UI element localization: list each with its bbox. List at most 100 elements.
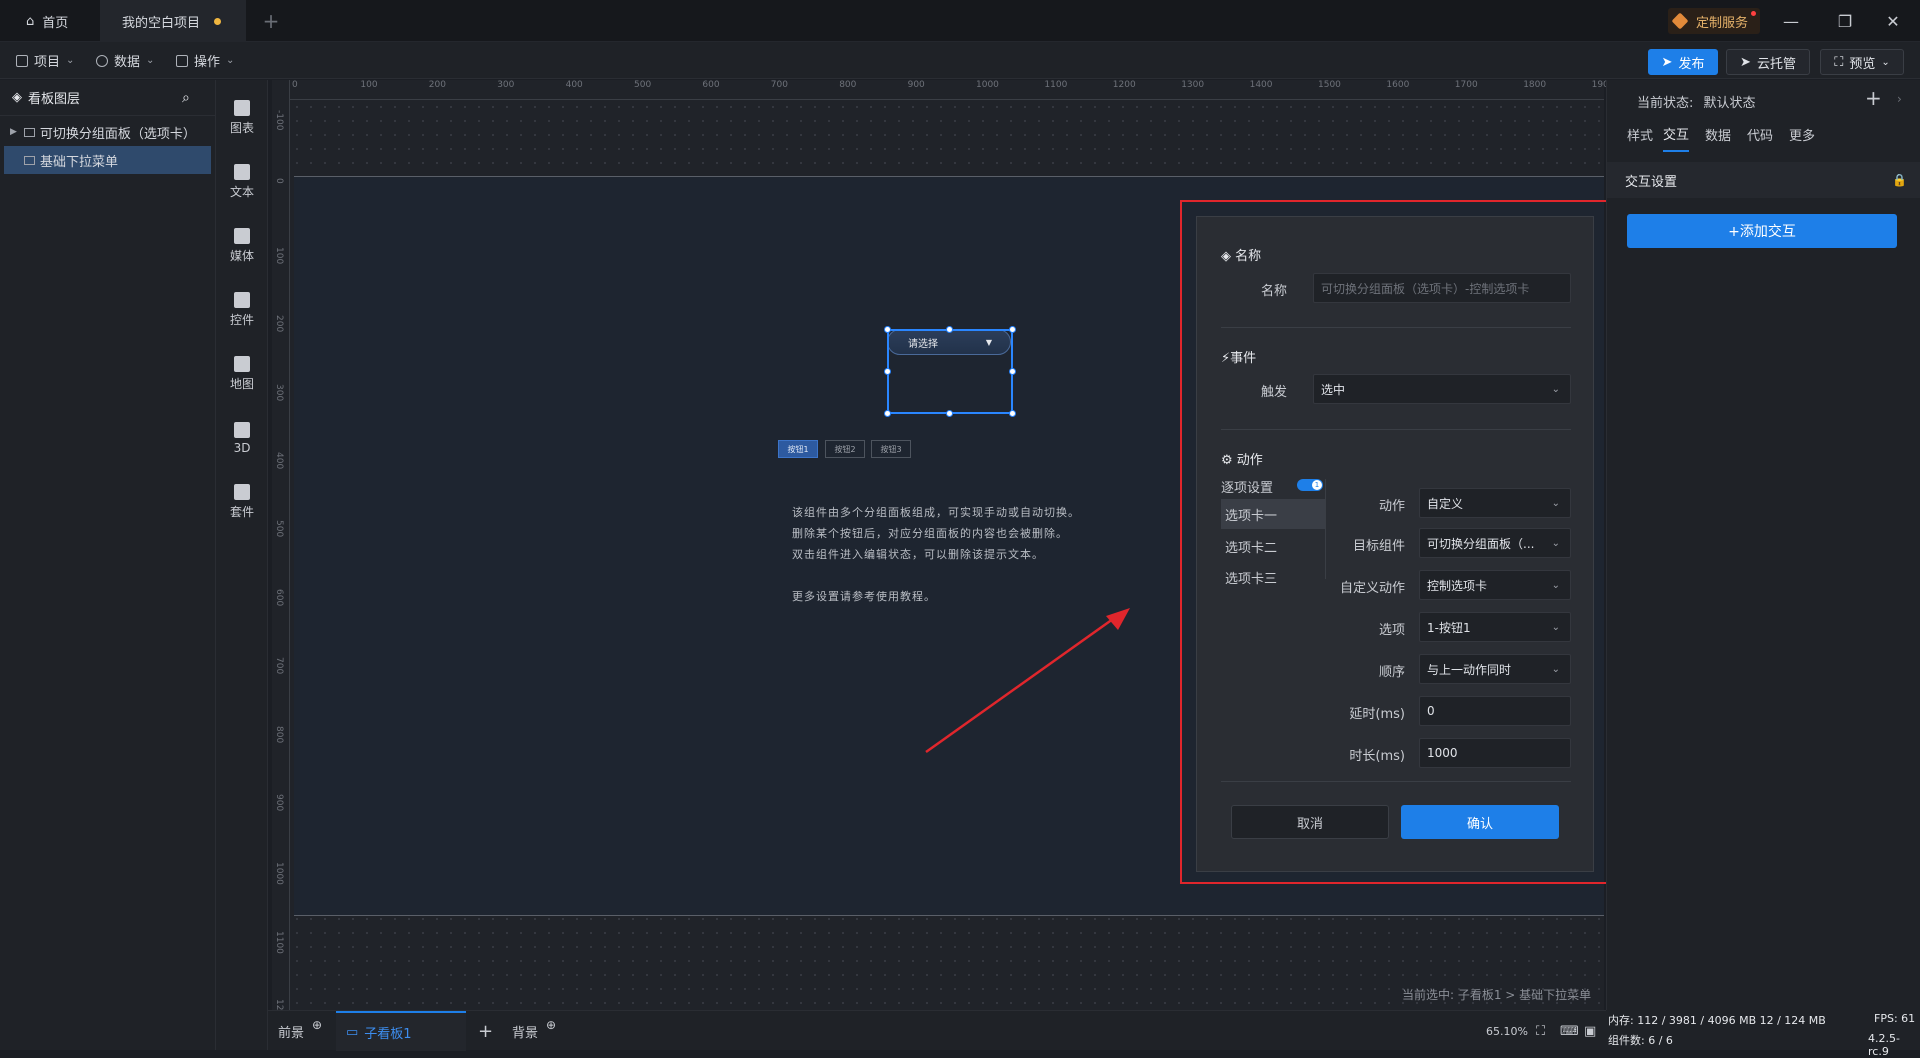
custom-action-select[interactable]: 控制选项卡 ⌄ [1419, 570, 1571, 600]
name-input[interactable]: 可切换分组面板（选项卡）-控制选项卡 [1313, 273, 1571, 303]
tab-sub-board[interactable]: ▭ 子看板1 [336, 1011, 466, 1051]
trigger-select[interactable]: 选中 ⌄ [1313, 374, 1571, 404]
mini-tab-3[interactable]: 按钮3 [871, 440, 911, 458]
menu-data[interactable]: 数据 ⌄ [96, 42, 154, 79]
duration-input[interactable]: 1000 [1419, 738, 1571, 768]
trigger-label: 触发 [1260, 385, 1287, 400]
confirm-button[interactable]: 确认 [1401, 805, 1559, 839]
component-3d[interactable]: 3D [216, 408, 268, 468]
tab-project[interactable]: 我的空白项目 [100, 0, 246, 42]
restore-button[interactable]: ❐ [1818, 0, 1872, 42]
annotation-arrow [925, 608, 1130, 754]
chevron-right-icon[interactable]: › [1897, 92, 1902, 106]
keyboard-icon[interactable]: ⌨ [1560, 1011, 1579, 1051]
order-select[interactable]: 与上一动作同时 ⌄ [1419, 654, 1571, 684]
ruler-tick: 400 [274, 452, 284, 470]
tab-data[interactable]: 数据 [1705, 116, 1731, 152]
cloud-hosting-button[interactable]: ➤ 云托管 [1726, 49, 1810, 75]
component-map[interactable]: 地图 [216, 344, 268, 404]
resize-handle[interactable] [1009, 410, 1016, 417]
close-button[interactable]: ✕ [1866, 0, 1920, 42]
layers-icon: ◈ [12, 90, 22, 105]
component-kit[interactable]: 套件 [216, 472, 268, 532]
resize-handle[interactable] [1009, 368, 1016, 375]
tab-background[interactable]: 背景 ⊕ [512, 1011, 556, 1051]
layers-panel: ◈ 看板图层 ⌕ ▶ 可切换分组面板（选项卡） 基础下拉菜单 [0, 80, 216, 1050]
custom-service-button[interactable]: 定制服务 [1668, 8, 1760, 34]
resize-handle[interactable] [884, 326, 891, 333]
resize-handle[interactable] [884, 368, 891, 375]
resize-handle[interactable] [946, 326, 953, 333]
action-select[interactable]: 自定义 ⌄ [1419, 488, 1571, 518]
ruler-tick: 1700 [1454, 80, 1478, 90]
target-component-select[interactable]: 可切换分组面板（... ⌄ [1419, 528, 1571, 558]
minimize-button[interactable]: — [1764, 0, 1818, 42]
delay-input[interactable]: 0 [1419, 696, 1571, 726]
current-state: 当前状态: 默认状态 [1637, 92, 1756, 111]
section-label: 名称 [1235, 249, 1262, 264]
component-media[interactable]: 媒体 [216, 216, 268, 276]
resize-handle[interactable] [946, 410, 953, 417]
horizontal-ruler: 0 100 200 300 400 500 600 700 800 900 1000 1100 1200… [290, 80, 1615, 100]
search-icon[interactable]: ⌕ [182, 90, 190, 106]
console-icon[interactable]: ▣ [1584, 1011, 1596, 1051]
state-value: 默认状态 [1703, 96, 1756, 111]
layer-item-tabs-panel[interactable]: ▶ 可切换分组面板（选项卡） [0, 118, 215, 146]
chevron-down-icon: ⌄ [66, 55, 75, 66]
chevron-down-icon: ⌄ [1551, 497, 1560, 509]
option-tab-3[interactable]: 选项卡三 [1221, 562, 1325, 592]
menu-operation[interactable]: 操作 ⌄ [176, 42, 234, 79]
resize-handle[interactable] [1009, 326, 1016, 333]
layer-item-dropdown[interactable]: 基础下拉菜单 [4, 146, 211, 174]
add-tab-button[interactable]: + [256, 0, 286, 42]
per-item-toggle[interactable]: 1 [1297, 479, 1323, 491]
mini-tab-1[interactable]: 按钮1 [778, 440, 818, 458]
ruler-tick: 700 [770, 80, 788, 90]
component-control[interactable]: 控件 [216, 280, 268, 340]
menu-data-label: 数据 [114, 55, 141, 70]
tab-foreground[interactable]: 前景 ⊕ [278, 1011, 322, 1051]
component-chart[interactable]: 图表 [216, 88, 268, 148]
resize-handle[interactable] [884, 410, 891, 417]
ruler-tick: 1100 [274, 930, 284, 954]
field-label: 顺序 [1378, 665, 1405, 680]
plus-circle-icon[interactable]: ⊕ [312, 1018, 322, 1032]
properties-panel: 当前状态: 默认状态 + › 样式 交互 数据 代码 更多 交互设置 🔒 +添加… [1606, 80, 1920, 1010]
lock-icon[interactable]: 🔒 [1892, 173, 1907, 187]
ruler-tick: 0 [292, 80, 298, 90]
fullscreen-icon: ⛶ [1834, 54, 1844, 70]
add-state-button[interactable]: + [1865, 86, 1882, 110]
cancel-button[interactable]: 取消 [1231, 805, 1389, 839]
tab-label: 子看板1 [364, 1026, 412, 1042]
home-icon: ⌂ [26, 13, 35, 29]
tab-style[interactable]: 样式 [1627, 116, 1653, 152]
option-select[interactable]: 1-按钮1 ⌄ [1419, 612, 1571, 642]
title-bar: ⌂ 首页 我的空白项目 + 定制服务 — ❐ ✕ [0, 0, 1920, 42]
field-label: 选项 [1378, 623, 1405, 638]
send-icon: ➤ [1661, 54, 1673, 70]
tab-interaction[interactable]: 交互 [1663, 116, 1690, 152]
tab-more[interactable]: 更多 [1789, 116, 1815, 152]
field-label: 动作 [1378, 499, 1405, 514]
add-interaction-button[interactable]: +添加交互 [1627, 214, 1897, 248]
component-text[interactable]: 文本 [216, 152, 268, 212]
option-tab-2[interactable]: 选项卡二 [1221, 531, 1325, 561]
menu-project[interactable]: 项目 ⌄ [16, 42, 74, 79]
mini-tab-2[interactable]: 按钮2 [825, 440, 865, 458]
tab-home[interactable]: ⌂ 首页 [0, 0, 100, 42]
name-section-title: ◈ 名称 [1221, 245, 1261, 264]
tab-code[interactable]: 代码 [1747, 116, 1773, 152]
selection-box[interactable] [887, 329, 1013, 414]
zoom-level[interactable]: 65.10% [1486, 1011, 1528, 1051]
selection-path: 当前选中: 子看板1 > 基础下拉菜单 [1402, 988, 1592, 1002]
fit-icon[interactable]: ⛶ [1536, 1011, 1545, 1051]
ruler-tick: 1400 [1249, 80, 1273, 90]
preview-button[interactable]: ⛶ 预览 ⌄ [1820, 49, 1904, 75]
publish-button[interactable]: ➤ 发布 [1648, 49, 1718, 75]
ruler-tick: 500 [634, 80, 652, 90]
plus-circle-icon[interactable]: ⊕ [546, 1018, 556, 1032]
option-tab-1[interactable]: 选项卡一 [1221, 499, 1325, 529]
layer-item-label: 基础下拉菜单 [40, 154, 119, 170]
add-board-button[interactable]: + [478, 1011, 493, 1051]
divider [1221, 327, 1571, 328]
